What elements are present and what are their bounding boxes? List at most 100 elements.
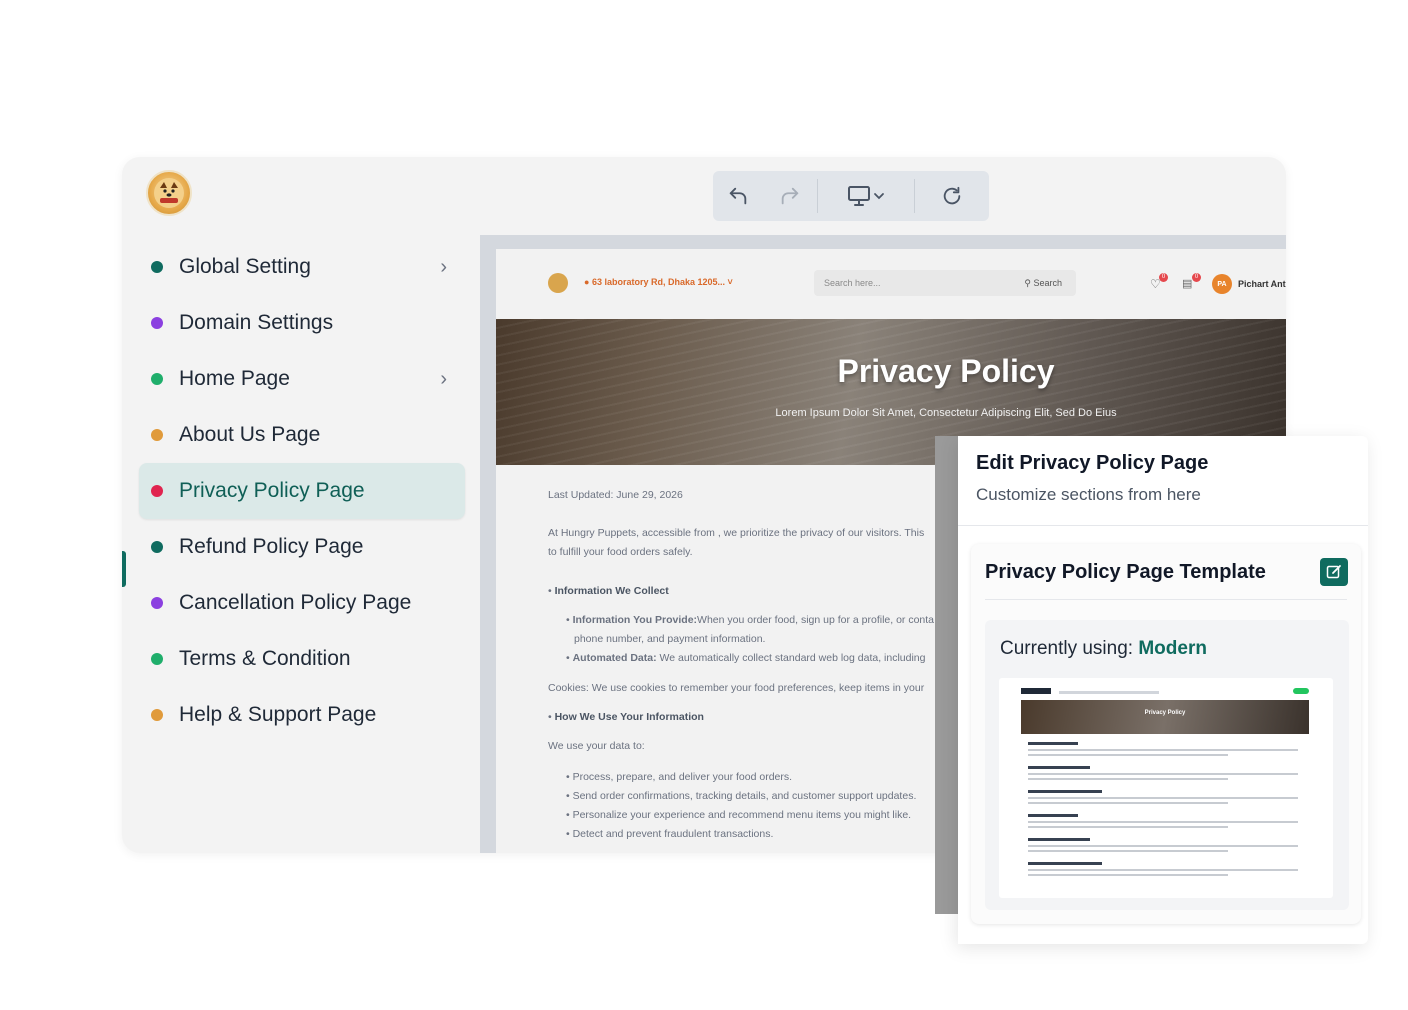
active-indicator xyxy=(122,551,126,587)
search-icon: ⚲ xyxy=(1024,278,1031,288)
template-title: Privacy Policy Page Template xyxy=(985,561,1266,583)
status-dot xyxy=(151,709,163,721)
status-dot xyxy=(151,485,163,497)
current-template-label: Currently using: Modern xyxy=(1000,638,1207,659)
section-heading: • How We Use Your Information xyxy=(548,711,704,723)
sidebar-item-label: Cancellation Policy Page xyxy=(179,591,412,614)
status-dot xyxy=(151,429,163,441)
status-dot xyxy=(151,653,163,665)
hero-subtitle: Lorem Ipsum Dolor Sit Amet, Consectetur … xyxy=(775,407,1117,419)
thumb-nav xyxy=(999,678,1333,700)
sidebar-item-label: Help & Support Page xyxy=(179,703,377,726)
sidebar-item-label: Privacy Policy Page xyxy=(179,479,365,502)
list-item: • Process, prepare, and deliver your foo… xyxy=(566,771,793,783)
sidebar-item[interactable]: Global Setting › xyxy=(139,239,465,295)
cookies-text: Cookies: We use cookies to remember your… xyxy=(548,682,925,694)
wishlist-badge: 0 xyxy=(1159,273,1168,282)
status-dot xyxy=(151,597,163,609)
redo-button[interactable] xyxy=(763,171,817,221)
thumb-section xyxy=(1028,766,1304,783)
preview-location[interactable]: ● 63 laboratory Rd, Dhaka 1205... ˅ xyxy=(584,277,733,287)
dog-logo-icon xyxy=(154,178,184,208)
user-avatar[interactable]: PA xyxy=(1212,274,1232,294)
section-intro: We use your data to: xyxy=(548,740,645,752)
template-card: Privacy Policy Page Template Currently u… xyxy=(971,544,1361,924)
brand-logo xyxy=(146,170,192,216)
divider xyxy=(985,599,1347,600)
thumb-section xyxy=(1028,790,1304,807)
current-template-value: Modern xyxy=(1138,638,1207,659)
thumb-section xyxy=(1028,862,1304,879)
sidebar-item[interactable]: Terms & Condition xyxy=(139,631,465,687)
thumb-menu xyxy=(1059,691,1159,694)
sidebar-item-label: Refund Policy Page xyxy=(179,535,364,558)
thumb-section xyxy=(1028,814,1304,831)
sidebar-item[interactable]: Refund Policy Page xyxy=(139,519,465,575)
monitor-icon xyxy=(848,186,870,206)
thumb-logo xyxy=(1021,688,1051,694)
sidebar-item[interactable]: Privacy Policy Page xyxy=(139,463,465,519)
chevron-right-icon: › xyxy=(440,255,447,278)
list-item: phone number, and payment information. xyxy=(574,633,766,645)
current-template-box: Currently using: Modern Privacy Policy xyxy=(985,620,1349,910)
list-item: • Send order confirmations, tracking det… xyxy=(566,790,917,802)
last-updated: Last Updated: June 29, 2026 xyxy=(548,489,683,501)
list-item: • Detect and prevent fraudulent transact… xyxy=(566,828,774,840)
sidebar-item-label: Domain Settings xyxy=(179,311,334,334)
chevron-down-icon xyxy=(874,193,884,200)
list-item: • Personalize your experience and recomm… xyxy=(566,809,912,821)
preview-search-input[interactable]: Search here... ⚲ Search xyxy=(814,270,1076,296)
edit-panel: Edit Privacy Policy Page Customize secti… xyxy=(958,436,1368,944)
intro-text: At Hungry Puppets, accessible from , we … xyxy=(548,527,925,539)
thumb-section xyxy=(1028,838,1304,855)
device-select-button[interactable] xyxy=(818,171,914,221)
cart-badge: 0 xyxy=(1192,273,1201,282)
chevron-right-icon: › xyxy=(440,367,447,390)
user-name[interactable]: Pichart Ant xyxy=(1238,279,1286,289)
edit-template-button[interactable] xyxy=(1320,558,1348,586)
preview-search-button[interactable]: ⚲ Search xyxy=(1024,278,1062,289)
status-dot xyxy=(151,317,163,329)
panel-header: Edit Privacy Policy Page Customize secti… xyxy=(958,436,1368,526)
thumb-section xyxy=(1028,742,1304,759)
panel-subtitle: Customize sections from here xyxy=(976,485,1201,504)
intro-text: to fulfill your food orders safely. xyxy=(548,546,693,558)
preview-logo xyxy=(548,273,568,293)
list-item: • Information You Provide:When you order… xyxy=(566,614,935,626)
list-item: • Automated Data: We automatically colle… xyxy=(566,652,926,664)
sidebar-item-label: Home Page xyxy=(179,367,290,390)
top-bar xyxy=(122,157,1286,235)
chevron-down-icon: ˅ xyxy=(727,277,733,287)
location-pin-icon: ● xyxy=(584,277,590,287)
sidebar-item-label: Terms & Condition xyxy=(179,647,351,670)
status-dot xyxy=(151,261,163,273)
panel-title: Edit Privacy Policy Page xyxy=(976,452,1209,474)
refresh-button[interactable] xyxy=(915,171,989,221)
refresh-icon xyxy=(943,186,961,205)
thumb-hero-title: Privacy Policy xyxy=(1144,710,1186,716)
redo-icon xyxy=(781,187,799,205)
thumb-hero: Privacy Policy xyxy=(1021,700,1309,734)
sidebar: Global Setting › Domain Settings Home Page ›… xyxy=(122,235,480,853)
panel-shadow-strip xyxy=(935,436,959,914)
sidebar-item[interactable]: Home Page › xyxy=(139,351,465,407)
edit-icon xyxy=(1326,565,1341,579)
undo-icon xyxy=(729,187,747,205)
preview-toolbar xyxy=(713,171,989,221)
sidebar-item-label: About Us Page xyxy=(179,423,321,446)
sidebar-item[interactable]: Domain Settings xyxy=(139,295,465,351)
cart-icon[interactable]: ▤ xyxy=(1182,277,1192,290)
status-dot xyxy=(151,373,163,385)
template-thumbnail[interactable]: Privacy Policy xyxy=(999,678,1333,898)
sidebar-item[interactable]: Cancellation Policy Page xyxy=(139,575,465,631)
stage: Global Setting › Domain Settings Home Page ›… xyxy=(0,0,1408,1010)
preview-header: ● 63 laboratory Rd, Dhaka 1205... ˅ Sear… xyxy=(496,249,1286,319)
sidebar-item[interactable]: Help & Support Page xyxy=(139,687,465,743)
sidebar-item[interactable]: About Us Page xyxy=(139,407,465,463)
sidebar-item-label: Global Setting xyxy=(179,255,311,278)
hero-title: Privacy Policy xyxy=(837,353,1055,389)
undo-button[interactable] xyxy=(713,171,763,221)
status-dot xyxy=(151,541,163,553)
section-heading: • Information We Collect xyxy=(548,585,669,597)
thumb-signup xyxy=(1293,688,1309,694)
